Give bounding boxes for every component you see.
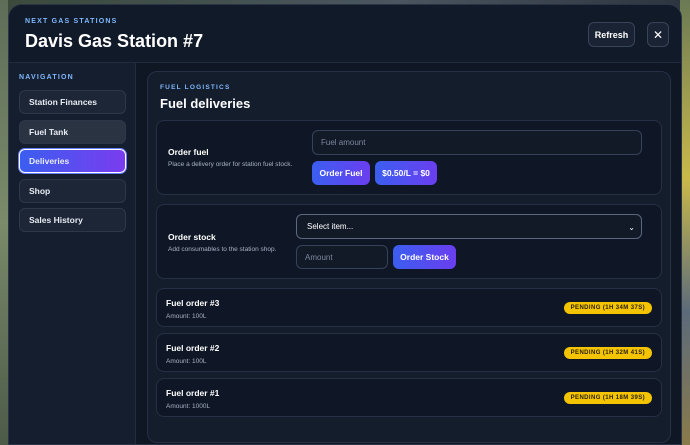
order-fuel-label: Order fuel xyxy=(168,147,209,157)
main-content: FUEL LOGISTICS Fuel deliveries Order fue… xyxy=(147,71,671,443)
close-icon: ✕ xyxy=(652,27,664,42)
header-eyebrow: NEXT GAS STATIONS xyxy=(25,18,118,25)
list-item: Fuel order #1 Amount: 1000L PENDING (1H … xyxy=(156,378,662,417)
fuel-amount-input[interactable]: Fuel amount xyxy=(312,130,642,155)
order-amount: Amount: 1000L xyxy=(166,403,211,410)
list-item: Fuel order #3 Amount: 100L PENDING (1H 3… xyxy=(156,288,662,327)
gas-station-window: NEXT GAS STATIONS Davis Gas Station #7 R… xyxy=(8,4,682,445)
order-stock-label: Order stock xyxy=(168,232,216,242)
order-fuel-card: Order fuel Place a delivery order for st… xyxy=(156,120,662,195)
background-left xyxy=(0,0,8,445)
order-amount: Amount: 100L xyxy=(166,358,207,365)
item-select-value: Select item... xyxy=(307,222,354,231)
sidebar-item-shop[interactable]: Shop xyxy=(19,178,126,203)
order-name: Fuel order #3 xyxy=(166,298,220,308)
order-fuel-button[interactable]: Order Fuel xyxy=(312,161,370,185)
close-button[interactable]: ✕ xyxy=(647,22,669,47)
sidebar: NAVIGATION Station Finances Fuel Tank De… xyxy=(9,63,136,444)
sidebar-item-deliveries[interactable]: Deliveries xyxy=(19,149,126,173)
refresh-button[interactable]: Refresh xyxy=(588,22,635,47)
chevron-down-icon: ⌄ xyxy=(628,223,635,232)
sidebar-item-station-finances[interactable]: Station Finances xyxy=(19,90,126,114)
stock-amount-input[interactable]: Amount xyxy=(296,245,388,269)
sidebar-item-fuel-tank[interactable]: Fuel Tank xyxy=(19,119,126,144)
order-name: Fuel order #2 xyxy=(166,343,220,353)
order-fuel-description: Place a delivery order for station fuel … xyxy=(168,161,293,168)
order-amount: Amount: 100L xyxy=(166,313,207,320)
sidebar-item-sales-history[interactable]: Sales History xyxy=(19,208,126,232)
order-stock-button[interactable]: Order Stock xyxy=(393,245,456,269)
fuel-price-button[interactable]: $0.50/L = $0 xyxy=(375,161,437,185)
section-eyebrow: FUEL LOGISTICS xyxy=(160,84,231,91)
sidebar-title: NAVIGATION xyxy=(19,74,74,81)
order-stock-card: Order stock Add consumables to the stati… xyxy=(156,204,662,279)
item-select[interactable]: Select item... ⌄ xyxy=(296,214,642,239)
order-name: Fuel order #1 xyxy=(166,388,220,398)
header: NEXT GAS STATIONS Davis Gas Station #7 R… xyxy=(9,5,681,63)
page-title: Davis Gas Station #7 xyxy=(25,31,204,51)
status-badge: PENDING (1H 32M 41S) xyxy=(563,347,652,359)
section-title: Fuel deliveries xyxy=(160,96,251,111)
order-stock-description: Add consumables to the station shop. xyxy=(168,246,277,253)
status-badge: PENDING (1H 18M 39S) xyxy=(563,392,652,404)
status-badge: PENDING (1H 34M 37S) xyxy=(563,302,652,314)
list-item: Fuel order #2 Amount: 100L PENDING (1H 3… xyxy=(156,333,662,372)
